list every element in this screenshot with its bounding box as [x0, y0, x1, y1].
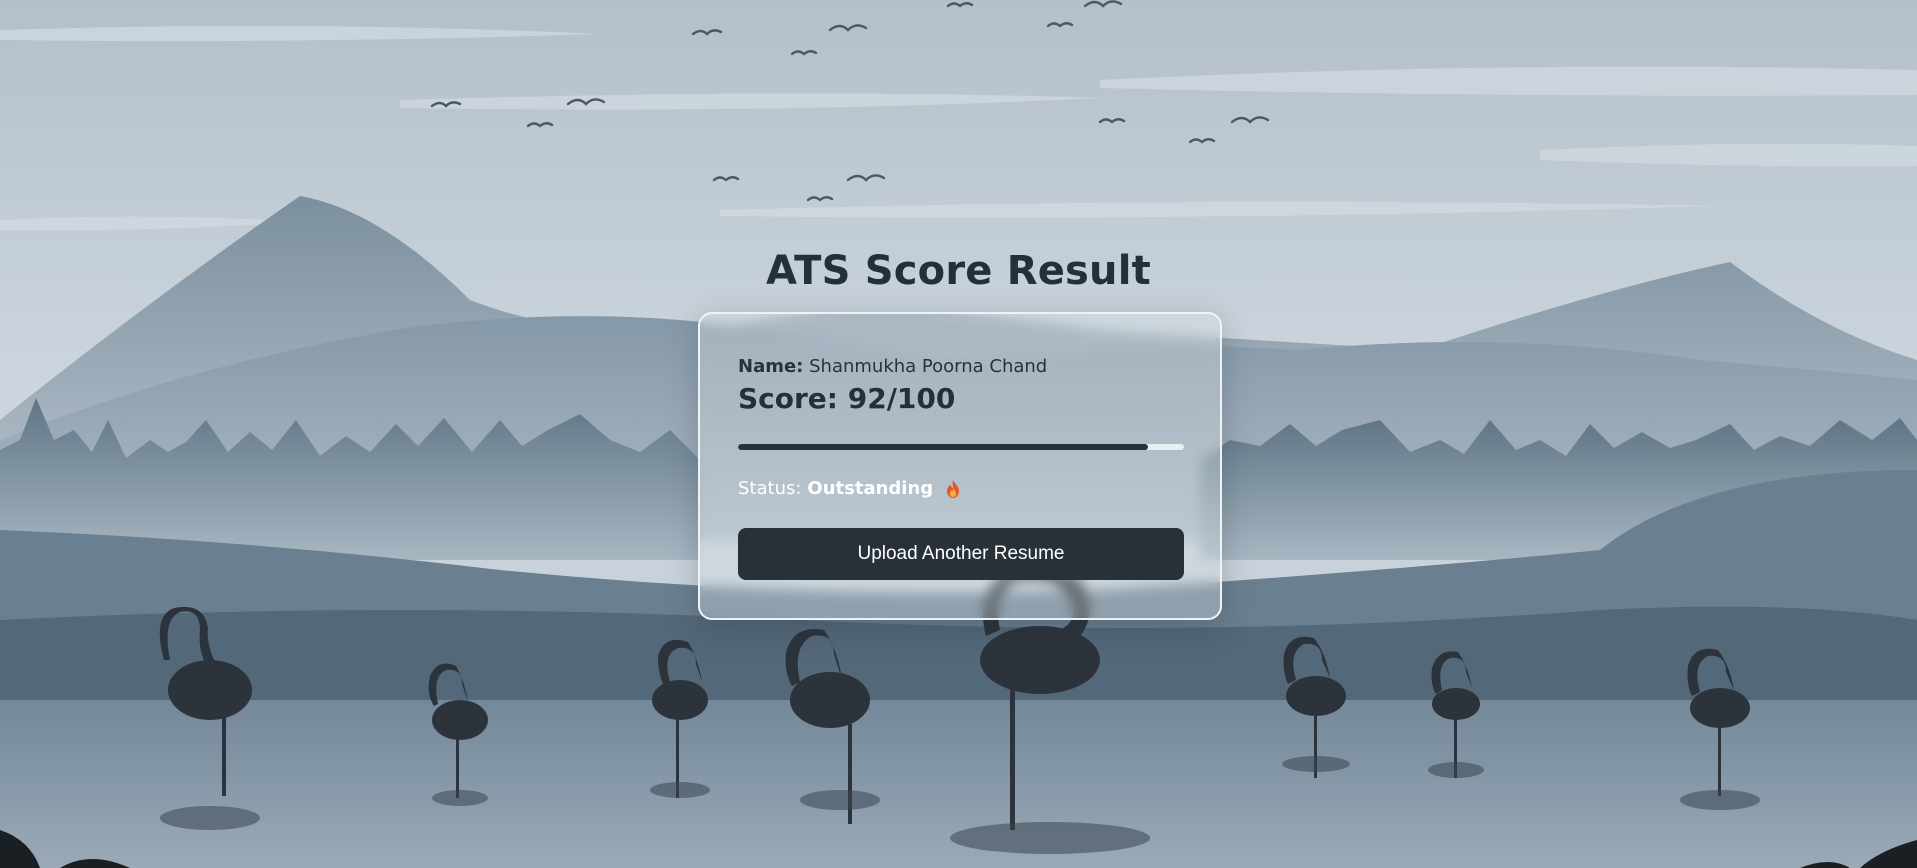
score-progress-bar: [738, 444, 1184, 450]
result-card: Name: Shanmukha Poorna Chand Score: 92/1…: [698, 312, 1222, 620]
page-title: ATS Score Result: [766, 248, 1151, 294]
score-text: Score: 92/100: [738, 382, 956, 415]
score-progress-fill: [738, 444, 1149, 450]
candidate-name: Name: Shanmukha Poorna Chand: [738, 356, 1047, 377]
upload-another-resume-button[interactable]: Upload Another Resume: [738, 528, 1184, 580]
name-value: Shanmukha Poorna Chand: [809, 356, 1048, 377]
status-value: Outstanding: [807, 478, 934, 499]
fire-icon: [943, 479, 963, 499]
status-line: Status: Outstanding: [738, 478, 963, 499]
status-label: Status:: [738, 478, 802, 499]
name-label: Name:: [738, 356, 804, 377]
